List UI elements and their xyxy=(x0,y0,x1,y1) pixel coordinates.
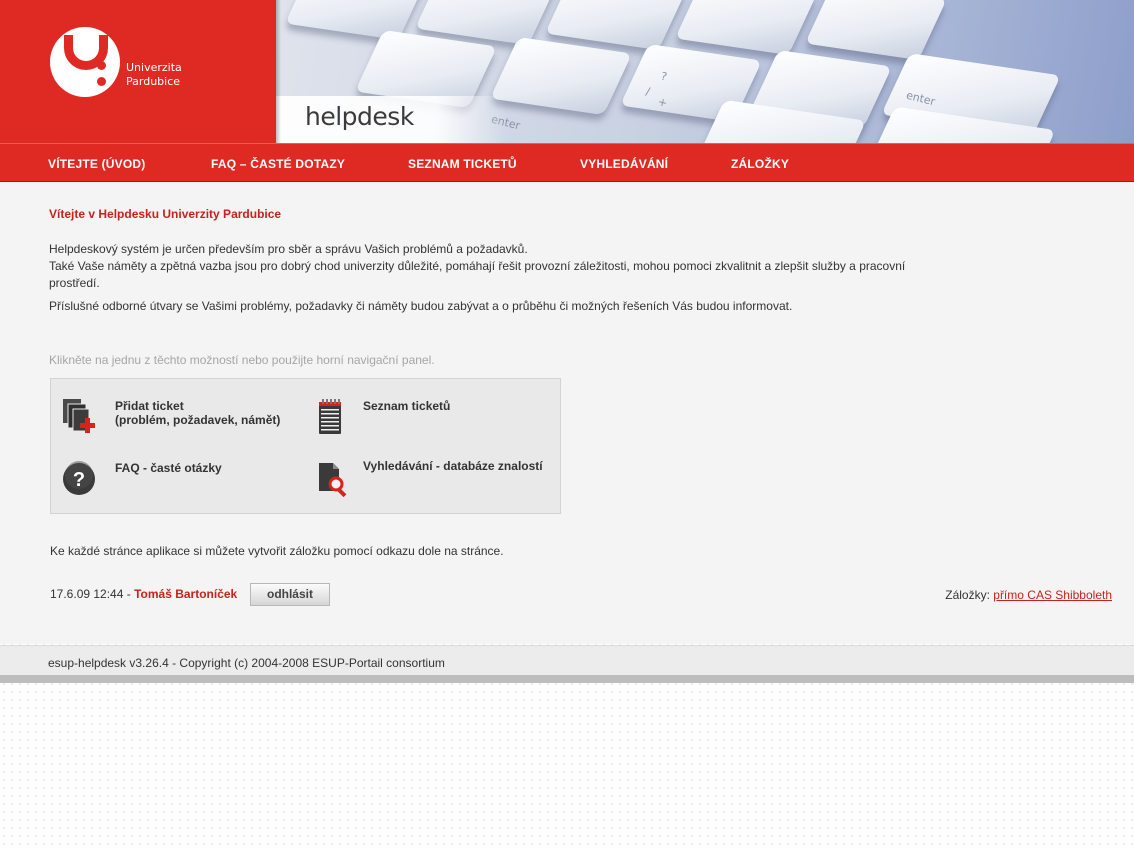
user-name: Tomáš Bartoníček xyxy=(134,587,238,601)
bookmark-link-cas-shibboleth[interactable]: přímo CAS Shibboleth xyxy=(993,588,1112,602)
search-option[interactable]: Vyhledávání - databáze znalostí xyxy=(317,459,557,499)
header: enter enter ? / + helpdesk Univerzita Pa… xyxy=(0,0,1134,143)
notepad-list-icon xyxy=(319,399,341,434)
question-mark-icon: ? xyxy=(63,461,95,495)
status-datetime: 17.6.09 12:44 xyxy=(50,587,124,601)
nav-item-search[interactable]: VYHLEDÁVÁNÍ xyxy=(580,157,668,171)
add-ticket-label: Přidat ticket (problém, požadavek, námět… xyxy=(115,399,280,427)
logout-button[interactable]: odhlásit xyxy=(250,583,330,606)
ticket-list-option[interactable]: Seznam ticketů xyxy=(317,397,547,437)
option-line: Přidat ticket xyxy=(115,399,184,413)
intro-text: Helpdeskový systém je určen především pr… xyxy=(49,241,949,321)
add-ticket-icon xyxy=(63,399,95,433)
logo-line: Pardubice xyxy=(126,75,181,88)
intro-line: Helpdeskový systém je určen především pr… xyxy=(49,242,528,256)
page-title: Vítejte v Helpdesku Univerzity Pardubice xyxy=(49,207,282,221)
nav-item-faq[interactable]: FAQ – ČASTÉ DOTAZY xyxy=(211,157,345,171)
nav-item-welcome[interactable]: VÍTEJTE (ÚVOD) xyxy=(48,157,145,171)
faq-label: FAQ - časté otázky xyxy=(115,461,222,475)
nav-item-ticket-list[interactable]: SEZNAM TICKETŮ xyxy=(408,157,517,171)
footer: esup-helpdesk v3.26.4 - Copyright (c) 20… xyxy=(0,645,1134,676)
main-content: Vítejte v Helpdesku Univerzity Pardubice… xyxy=(0,182,1134,644)
bookmarks-label: Záložky: xyxy=(945,588,990,602)
bookmarks: Záložky: přímo CAS Shibboleth xyxy=(945,588,1112,602)
logo-line: Univerzita xyxy=(126,61,182,74)
intro-line: Také Vaše náměty a zpětná vazba jsou pro… xyxy=(49,259,906,290)
nav-item-bookmarks[interactable]: ZÁLOŽKY xyxy=(731,157,789,171)
copyright-text: esup-helpdesk v3.26.4 - Copyright (c) 20… xyxy=(48,656,445,670)
status-separator: - xyxy=(123,587,135,601)
main-navigation: VÍTEJTE (ÚVOD) FAQ – ČASTÉ DOTAZY SEZNAM… xyxy=(0,143,1134,183)
document-search-icon xyxy=(319,463,347,497)
bookmark-notice: Ke každé stránce aplikace si můžete vytv… xyxy=(50,544,504,558)
app-title: helpdesk xyxy=(305,102,414,131)
add-ticket-option[interactable]: Přidat ticket (problém, požadavek, námět… xyxy=(61,397,301,437)
logo-text: Univerzita Pardubice xyxy=(126,61,182,89)
intro-paragraph: Příslušné odborné útvary se Vašimi probl… xyxy=(49,299,793,313)
intro-paragraph: Helpdeskový systém je určen především pr… xyxy=(49,241,949,292)
svg-text:?: ? xyxy=(73,469,85,491)
session-status: 17.6.09 12:44 - Tomáš Bartoníček xyxy=(50,587,237,601)
search-label: Vyhledávání - databáze znalostí xyxy=(363,459,543,473)
quick-options-panel: Přidat ticket (problém, požadavek, námět… xyxy=(50,378,561,514)
option-line: (problém, požadavek, námět) xyxy=(115,413,281,427)
logo[interactable]: Univerzita Pardubice xyxy=(0,0,276,143)
divider xyxy=(276,0,281,143)
faq-option[interactable]: ? FAQ - časté otázky xyxy=(61,459,301,499)
footer-divider xyxy=(0,675,1134,683)
ticket-list-label: Seznam ticketů xyxy=(363,399,451,413)
hint-text: Klikněte na jednu z těchto možností nebo… xyxy=(49,353,435,367)
university-logo-icon xyxy=(50,27,120,97)
